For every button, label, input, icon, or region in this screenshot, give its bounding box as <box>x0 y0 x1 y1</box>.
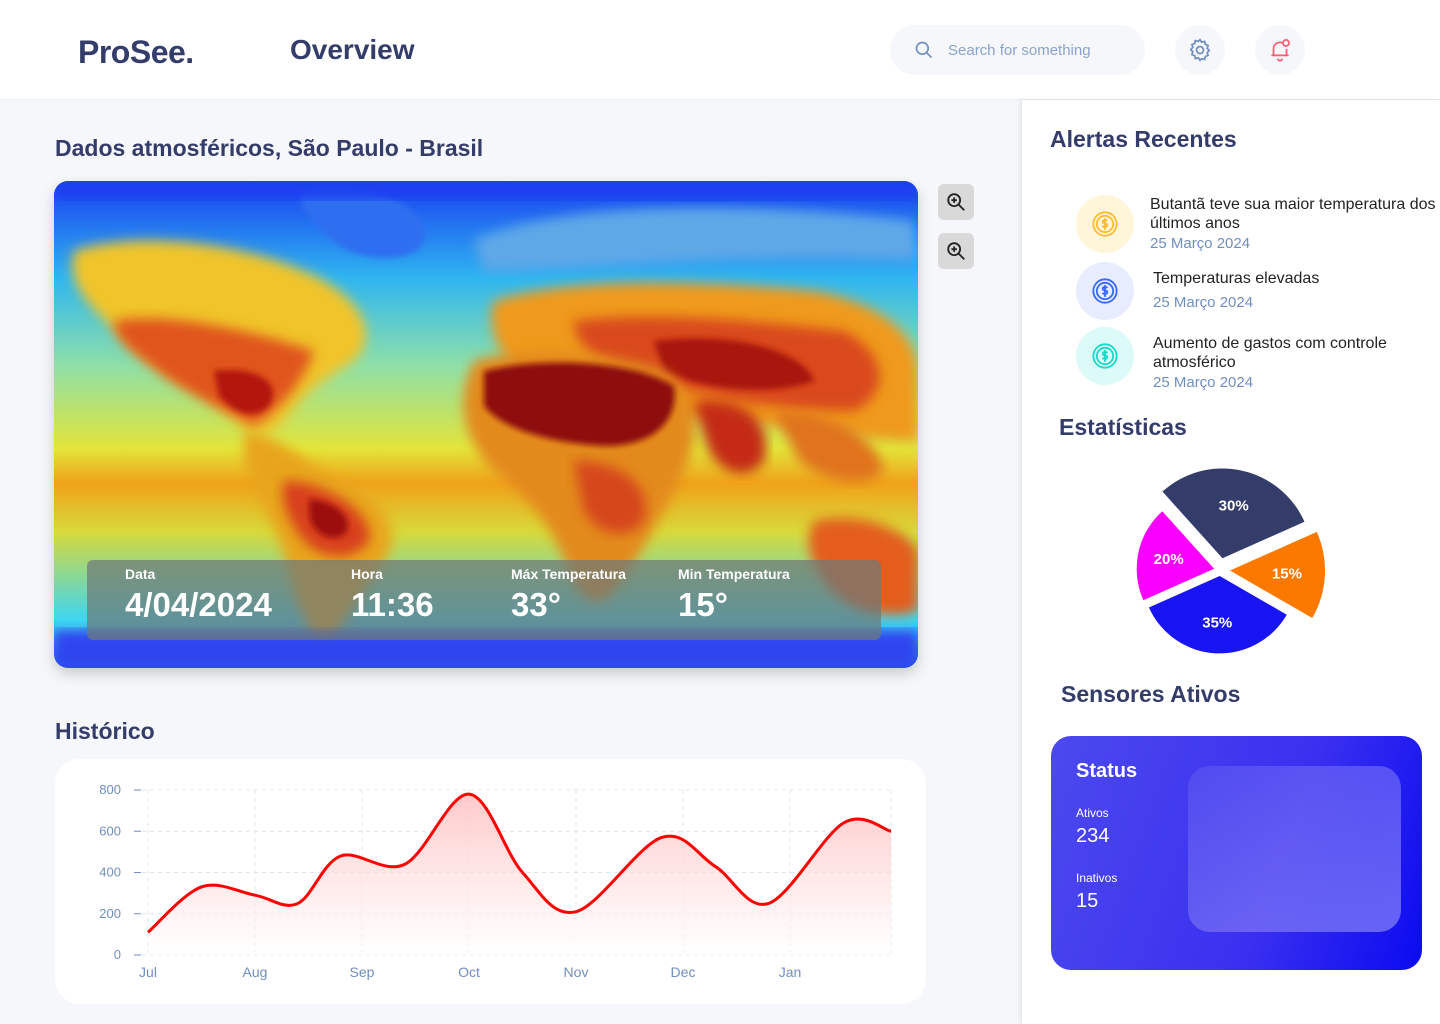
x-tick-label: Jul <box>139 964 157 980</box>
search-bar[interactable] <box>890 25 1145 75</box>
x-tick-label: Nov <box>564 964 589 980</box>
alert-text: Temperaturas elevadas 25 Março 2024 <box>1153 269 1440 311</box>
info-min-temp-label: Min Temperatura <box>678 566 790 582</box>
info-date-value: 4/04/2024 <box>125 586 272 623</box>
alert-title: Butantã teve sua maior temperatura dos ú… <box>1150 196 1436 232</box>
page-title: Overview <box>290 34 415 65</box>
status-title: Status <box>1076 760 1138 782</box>
info-max-temp-label: Máx Temperatura <box>511 566 626 582</box>
notifications-button[interactable] <box>1255 25 1305 75</box>
alert-icon-wrap <box>1076 262 1134 320</box>
pie-slice-label: 30% <box>1219 498 1249 515</box>
x-tick-label: Dec <box>671 964 696 980</box>
alert-icon-wrap <box>1076 195 1134 253</box>
pie-slice-label: 35% <box>1202 614 1232 631</box>
history-area-fill <box>148 794 891 955</box>
info-time-value: 11:36 <box>351 586 434 623</box>
x-tick-label: Oct <box>458 964 480 980</box>
x-tick-label: Jan <box>779 964 802 980</box>
logo[interactable]: ProSee. <box>78 34 194 71</box>
y-tick-label: 600 <box>99 823 121 838</box>
y-tick-label: 400 <box>99 865 121 880</box>
info-max-temp-value: 33° <box>511 586 561 623</box>
zoom-button-secondary[interactable] <box>938 233 974 269</box>
y-tick-label: 800 <box>99 782 121 797</box>
sensor-status-card[interactable]: Status Ativos 234 Inativos 15 <box>1051 736 1422 970</box>
y-tick-label: 200 <box>99 906 121 921</box>
top-bar: ProSee. Overview <box>0 0 1440 100</box>
x-tick-label: Sep <box>350 964 375 980</box>
history-chart-card: 0 200 400 600 800 Jul Aug Sep Oct Nov Dec Jan <box>55 759 926 1004</box>
settings-button[interactable] <box>1175 25 1225 75</box>
weather-info-panel: Data 4/04/2024 Hora 11:36 Máx Temperatur… <box>87 560 881 640</box>
history-section-title: Histórico <box>55 718 155 744</box>
active-label: Ativos <box>1076 806 1109 820</box>
stats-section-title: Estatísticas <box>1059 414 1187 440</box>
info-max-temp: Máx Temperatura 33° <box>511 566 626 624</box>
gear-icon <box>1189 38 1211 62</box>
temperature-map[interactable]: Data 4/04/2024 Hora 11:36 Máx Temperatur… <box>54 181 918 668</box>
info-min-temp: Min Temperatura 15° <box>678 566 790 624</box>
alert-date: 25 Março 2024 <box>1150 235 1251 252</box>
zoom-in-icon <box>947 193 965 211</box>
info-time: Hora 11:36 <box>351 566 434 624</box>
stats-pie-chart: 30% 15% 35% 20% <box>1136 468 1326 654</box>
history-chart: 0 200 400 600 800 Jul Aug Sep Oct Nov Dec Jan <box>99 782 892 980</box>
pie-slice-label: 15% <box>1272 566 1302 583</box>
x-tick-label: Aug <box>243 964 268 980</box>
alert-title: Temperaturas elevadas <box>1153 270 1320 287</box>
zoom-icon <box>947 242 965 260</box>
status-card-graphic <box>1188 766 1401 932</box>
map-section-title: Dados atmosféricos, São Paulo - Brasil <box>55 135 484 161</box>
dollar-coin-icon <box>1092 343 1118 369</box>
alert-text: Aumento de gastos com controle atmosféri… <box>1153 334 1440 391</box>
inactive-value: 15 <box>1076 890 1099 912</box>
search-input[interactable] <box>948 41 1128 59</box>
zoom-in-button[interactable] <box>938 184 974 220</box>
stats-pie-chart-wrap: 30% 15% 35% 20% <box>1120 460 1340 670</box>
active-value: 234 <box>1076 825 1110 847</box>
sensors-section-title: Sensores Ativos <box>1061 681 1241 707</box>
pie-slice-label: 20% <box>1154 551 1184 568</box>
info-date-label: Data <box>125 566 156 582</box>
dollar-coin-icon <box>1092 211 1118 237</box>
alert-text: Butantã teve sua maior temperatura dos ú… <box>1150 195 1440 252</box>
alert-date: 25 Março 2024 <box>1153 294 1254 311</box>
alert-icon-wrap <box>1076 327 1134 385</box>
inactive-label: Inativos <box>1076 871 1118 885</box>
alert-date: 25 Março 2024 <box>1153 374 1254 391</box>
info-min-temp-value: 15° <box>678 586 728 623</box>
info-time-label: Hora <box>351 566 383 582</box>
alerts-section-title: Alertas Recentes <box>1050 126 1237 152</box>
y-tick-label: 0 <box>114 947 121 962</box>
info-date: Data 4/04/2024 <box>125 566 272 624</box>
alert-title: Aumento de gastos com controle atmosféri… <box>1153 335 1387 371</box>
bell-icon <box>1271 39 1290 62</box>
search-icon <box>915 41 933 59</box>
dollar-coin-icon <box>1092 278 1118 304</box>
